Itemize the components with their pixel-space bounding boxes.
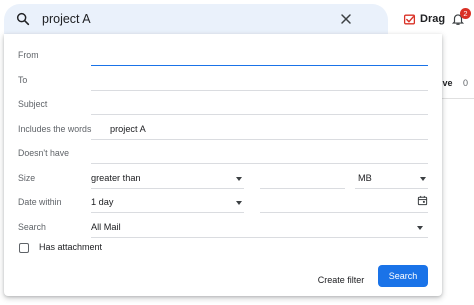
search-in-select[interactable]: All Mail — [91, 222, 121, 232]
doesnt-have-label: Doesn't have — [18, 148, 70, 158]
to-field-underline — [91, 90, 428, 91]
from-label: From — [18, 50, 39, 60]
close-icon[interactable] — [338, 11, 354, 27]
to-row: To — [4, 69, 442, 93]
drag-button[interactable]: Drag — [403, 10, 445, 28]
date-within-underline — [91, 212, 244, 213]
size-label: Size — [18, 173, 36, 183]
has-attachment-checkbox[interactable] — [19, 243, 29, 253]
size-unit-select[interactable]: MB — [358, 173, 372, 183]
search-input[interactable]: project A — [42, 12, 91, 26]
chevron-down-icon[interactable] — [420, 177, 426, 181]
search-in-underline — [91, 237, 428, 238]
date-within-select[interactable]: 1 day — [91, 197, 113, 207]
from-field-underline — [91, 65, 428, 66]
search-in-label: Search — [18, 222, 46, 232]
subject-row: Subject — [4, 93, 442, 117]
size-unit-underline — [355, 188, 428, 189]
search-in-row: Search All Mail — [4, 216, 442, 240]
drag-label: Drag — [420, 13, 446, 25]
calendar-icon[interactable] — [417, 195, 428, 206]
size-comparator-underline — [91, 188, 244, 189]
size-comparator-select[interactable]: greater than — [91, 173, 141, 183]
date-row: Date within 1 day — [4, 191, 442, 215]
search-button[interactable]: Search — [378, 265, 428, 287]
side-partial-count: 0 — [463, 78, 469, 88]
date-label: Date within — [18, 197, 62, 207]
has-attachment-label: Has attachment — [39, 242, 103, 252]
notification-badge: 2 — [460, 8, 471, 19]
chevron-down-icon[interactable] — [417, 226, 423, 230]
search-icon[interactable] — [15, 11, 31, 27]
search-bar[interactable]: project A — [4, 4, 388, 34]
subject-field-underline — [91, 114, 428, 115]
checkbox-mail-icon — [403, 14, 416, 24]
includes-label: Includes the words — [18, 124, 92, 134]
advanced-search-panel: From To Subject Includes the words proje… — [4, 34, 442, 296]
size-row: Size greater than MB — [4, 167, 442, 191]
to-label: To — [18, 75, 28, 85]
chevron-down-icon[interactable] — [236, 201, 242, 205]
chevron-down-icon[interactable] — [236, 177, 242, 181]
date-field-underline — [260, 212, 428, 213]
subject-label: Subject — [18, 99, 48, 109]
doesnt-have-row: Doesn't have — [4, 142, 442, 166]
includes-field-underline — [91, 139, 428, 140]
includes-field[interactable]: project A — [110, 124, 146, 134]
includes-row: Includes the words project A — [4, 118, 442, 142]
notifications-button[interactable]: 2 — [448, 8, 471, 30]
divider — [440, 98, 474, 99]
from-row: From — [4, 44, 442, 68]
create-filter-button[interactable]: Create filter — [308, 269, 374, 291]
size-value-underline — [260, 188, 345, 189]
doesnt-have-field-underline — [91, 163, 428, 164]
